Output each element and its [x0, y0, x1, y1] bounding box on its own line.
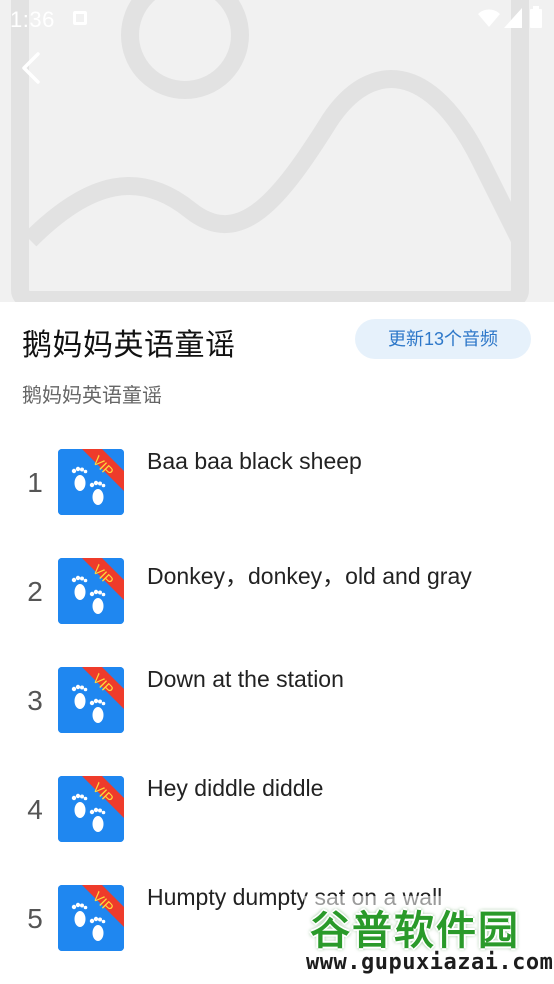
watermark-url: www.gupuxiazai.com — [306, 950, 554, 975]
album-title: 鹅妈妈英语童谣 — [22, 328, 236, 363]
track-list: 1 VIP Baa baa black sheep 2 VIP Donkey，d… — [0, 412, 554, 957]
track-title: Down at the station — [147, 666, 344, 692]
notification-icon — [73, 11, 87, 25]
watermark: 谷普软件园 www.gupuxiazai.com — [304, 896, 554, 980]
track-number: 5 — [27, 903, 43, 934]
track-title: Hey diddle diddle — [147, 775, 324, 801]
status-bar: 1:36 — [0, 0, 554, 36]
back-button[interactable] — [12, 48, 52, 88]
track-number: 4 — [27, 794, 43, 825]
track-number: 2 — [27, 576, 43, 607]
track-row[interactable]: 1 VIP Baa baa black sheep — [0, 412, 554, 521]
image-placeholder-icon — [0, 0, 554, 302]
track-row[interactable]: 3 VIP Down at the station — [0, 630, 554, 739]
footprints-icon — [58, 776, 124, 842]
track-title: Baa baa black sheep — [147, 448, 362, 474]
album-subtitle: 鹅妈妈英语童谣 — [22, 383, 162, 407]
track-cover: VIP — [58, 776, 124, 842]
album-header: 鹅妈妈英语童谣 更新13个音频 鹅妈妈英语童谣 — [0, 302, 554, 412]
track-number: 1 — [27, 467, 43, 498]
update-count-button[interactable]: 更新13个音频 — [355, 319, 531, 359]
footprints-icon — [58, 667, 124, 733]
track-title: Donkey，donkey，old and gray — [147, 563, 472, 589]
track-number: 3 — [27, 685, 43, 716]
status-time: 1:36 — [10, 7, 55, 32]
track-cover: VIP — [58, 667, 124, 733]
track-row[interactable]: 2 VIP Donkey，donkey，old and gray — [0, 521, 554, 630]
footprints-icon — [58, 449, 124, 515]
wifi-icon — [478, 9, 500, 27]
album-cover-placeholder — [0, 0, 554, 302]
signal-icon — [504, 8, 522, 28]
watermark-name: 谷普软件园 — [310, 908, 520, 954]
track-row[interactable]: 4 VIP Hey diddle diddle — [0, 739, 554, 848]
track-cover: VIP — [58, 449, 124, 515]
footprints-icon — [58, 558, 124, 624]
battery-icon — [530, 6, 542, 28]
footprints-icon — [58, 885, 124, 951]
track-cover: VIP — [58, 558, 124, 624]
track-cover: VIP — [58, 885, 124, 951]
chevron-left-icon — [22, 52, 40, 84]
